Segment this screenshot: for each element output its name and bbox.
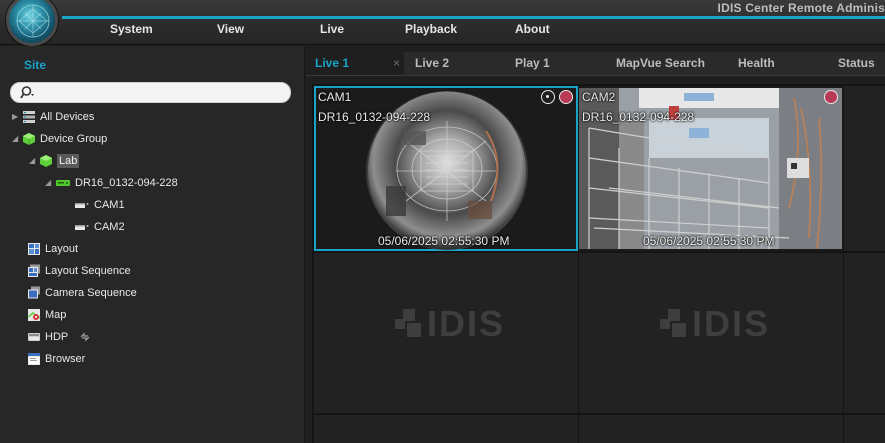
- main-menu: System View Live Playback About: [0, 22, 885, 42]
- tree-item-device-group[interactable]: ◢ Device Group: [12, 130, 107, 148]
- idis-watermark-text: IDIS: [427, 303, 506, 344]
- cam2-timestamp: 05/06/2025 02:55:30 PM: [643, 234, 775, 248]
- video-cell-empty[interactable]: [844, 86, 885, 251]
- tree-label: Device Group: [40, 133, 108, 145]
- cam1-name: CAM1: [318, 90, 352, 104]
- video-cell-empty[interactable]: [844, 253, 885, 413]
- idis-mark-icon: [395, 309, 421, 337]
- tree-item-lab[interactable]: ◢ Lab: [29, 152, 80, 170]
- tree-item-camera-sequence[interactable]: Camera Sequence: [27, 284, 137, 302]
- menu-about[interactable]: About: [515, 22, 550, 36]
- camera-icon: [74, 198, 90, 212]
- idis-watermark-logo: IDIS: [395, 303, 505, 345]
- idis-watermark-logo: IDIS: [660, 303, 770, 345]
- tree-item-hdp[interactable]: HDP: [27, 328, 92, 346]
- record-status-icon[interactable]: [824, 90, 838, 104]
- tree-label: Layout: [45, 243, 79, 255]
- menu-playback[interactable]: Playback: [405, 22, 457, 36]
- connection-status-icon: [78, 330, 92, 344]
- camera-sequence-icon: [27, 286, 41, 300]
- video-cell-empty[interactable]: [314, 415, 578, 443]
- cam1-device-name: DR16_0132-094-228: [318, 110, 431, 124]
- tree-label: Lab: [57, 154, 80, 168]
- tree-label: CAM2: [94, 221, 125, 233]
- all-devices-icon: [22, 110, 36, 124]
- tree-label: Browser: [45, 353, 86, 365]
- search-input[interactable]: [41, 85, 281, 100]
- menu-live[interactable]: Live: [320, 22, 344, 36]
- video-cell-empty[interactable]: [844, 415, 885, 443]
- tree-item-layout-sequence[interactable]: Layout Sequence: [27, 262, 131, 280]
- tree-item-cam2[interactable]: CAM2: [74, 218, 125, 236]
- video-cell-empty[interactable]: [579, 415, 843, 443]
- tree-label: Layout Sequence: [45, 265, 131, 277]
- tree-item-cam1[interactable]: CAM1: [74, 196, 125, 214]
- accent-line: [62, 16, 885, 19]
- collapse-arrow-icon[interactable]: ◢: [29, 156, 39, 166]
- title-bar: IDIS Center Remote Adminis System View L…: [0, 0, 885, 45]
- tree-label: HDP: [45, 331, 69, 343]
- device-group-icon: [22, 132, 36, 146]
- tab-live-1[interactable]: Live 1 ×: [306, 52, 404, 75]
- cam1-timestamp: 05/06/2025 02:55:30 PM: [378, 234, 510, 248]
- expand-arrow-icon[interactable]: ▶: [12, 112, 22, 122]
- map-icon: [27, 308, 41, 322]
- layout-icon: [27, 242, 41, 256]
- tree-label: Camera Sequence: [45, 287, 137, 299]
- menu-system[interactable]: System: [110, 22, 153, 36]
- app-window: IDIS Center Remote Adminis System View L…: [0, 0, 885, 443]
- view-tabs: Live 1 × Live 2 Play 1 MapVue Search Hea…: [306, 52, 885, 75]
- record-status-icon[interactable]: [559, 90, 573, 104]
- tree-item-all-devices[interactable]: ▶ All Devices: [12, 108, 94, 126]
- app-title: IDIS Center Remote Adminis: [717, 1, 885, 15]
- camera-icon: [74, 220, 90, 234]
- idis-mark-icon: [660, 309, 686, 337]
- tab-divider: [306, 75, 885, 76]
- tree-item-map[interactable]: Map: [27, 306, 66, 324]
- tree-label: All Devices: [40, 111, 95, 123]
- collapse-arrow-icon[interactable]: ◢: [12, 134, 22, 144]
- cam2-device-name: DR16_0132-094-228: [582, 110, 695, 124]
- site-search-box[interactable]: [10, 82, 291, 103]
- idis-watermark-text: IDIS: [692, 303, 771, 344]
- tab-play-1[interactable]: Play 1: [515, 52, 550, 75]
- tab-mapvue-search[interactable]: MapVue Search: [616, 52, 705, 75]
- hdp-icon: [27, 330, 41, 344]
- group-icon: [39, 154, 53, 168]
- recorder-icon: [55, 176, 71, 190]
- site-panel: Site ▶ All Devices ◢ Device Group ◢ Lab …: [0, 46, 305, 443]
- cam2-name: CAM2: [582, 90, 616, 104]
- tab-site[interactable]: Site: [24, 58, 46, 72]
- tree-label: CAM1: [94, 199, 125, 211]
- collapse-arrow-icon[interactable]: ◢: [45, 178, 55, 188]
- tab-label: Live 1: [315, 56, 350, 70]
- tree-item-layout[interactable]: Layout: [27, 240, 78, 258]
- search-icon[interactable]: [20, 85, 36, 101]
- tree-label: DR16_0132-094-228: [75, 177, 178, 189]
- tab-status[interactable]: Status: [838, 52, 875, 75]
- tab-health[interactable]: Health: [738, 52, 775, 75]
- ptz-icon[interactable]: [541, 90, 555, 104]
- browser-icon: [27, 352, 41, 366]
- tree-item-recorder[interactable]: ◢ DR16_0132-094-228: [45, 174, 178, 192]
- tab-live-2[interactable]: Live 2: [415, 52, 449, 75]
- tree-label: Map: [45, 309, 67, 321]
- menu-view[interactable]: View: [217, 22, 244, 36]
- close-tab-icon[interactable]: ×: [393, 52, 400, 75]
- layout-sequence-icon: [27, 264, 41, 278]
- tree-item-browser[interactable]: Browser: [27, 350, 85, 368]
